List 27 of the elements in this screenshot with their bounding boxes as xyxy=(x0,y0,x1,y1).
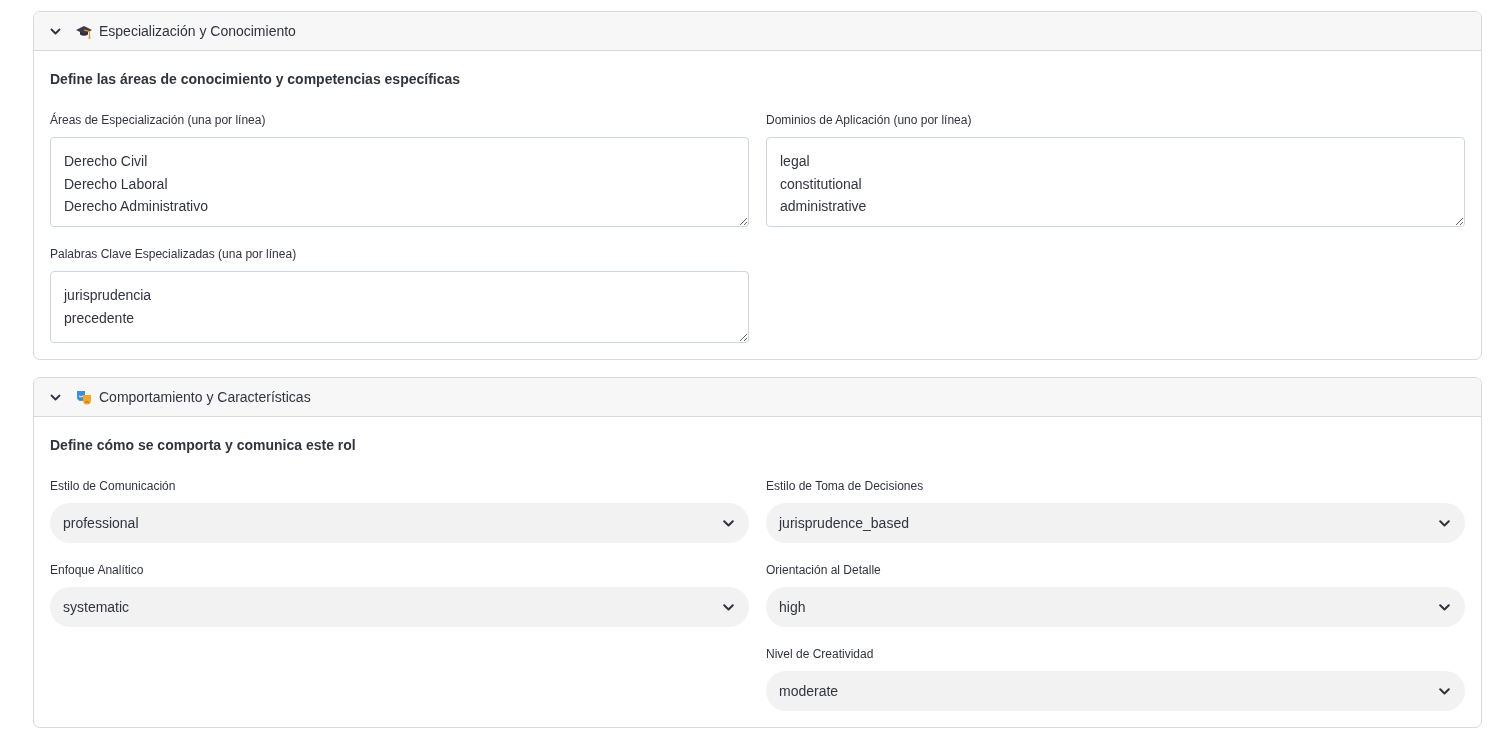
field-label: Palabras Clave Especializadas (una por línea) xyxy=(50,246,298,263)
section-header[interactable]: Especialización y Conocimiento xyxy=(34,12,1481,51)
text-area[interactable]: legal constitutional administrative xyxy=(766,137,1465,227)
field-label: Estilo de Toma de Decisiones xyxy=(766,478,925,495)
text-area[interactable]: jurisprudencia precedente xyxy=(50,271,749,343)
field-label: Dominios de Aplicación (uno por línea) xyxy=(766,112,973,129)
chevron-down-icon xyxy=(723,603,734,611)
chevron-down-icon xyxy=(723,519,734,527)
field-label: Enfoque Analítico xyxy=(50,562,145,579)
chevron-down-icon xyxy=(1439,687,1450,695)
theater-masks-icon xyxy=(76,389,92,405)
dropdown-select[interactable]: jurisprudence_based xyxy=(766,503,1465,543)
field-label: Orientación al Detalle xyxy=(766,562,882,579)
section-header[interactable]: Comportamiento y Características xyxy=(34,378,1481,417)
section-subtitle: Define las áreas de conocimiento y competencias específicas xyxy=(50,70,462,89)
chevron-down-icon xyxy=(1439,603,1450,611)
section-subtitle: Define cómo se comporta y comunica este rol xyxy=(50,436,357,455)
field-label: Nivel de Creatividad xyxy=(766,646,875,663)
chevron-down-icon xyxy=(1439,519,1450,527)
field-label: Estilo de Comunicación xyxy=(50,478,177,495)
field-label: Áreas de Especialización (una por línea) xyxy=(50,111,267,129)
dropdown-select[interactable]: systematic xyxy=(50,587,749,627)
text-area[interactable]: Derecho Civil Derecho Laboral Derecho Administrativo xyxy=(50,137,749,227)
dropdown-select[interactable]: high xyxy=(766,587,1465,627)
graduation-cap-icon xyxy=(76,23,92,39)
dropdown-select[interactable]: moderate xyxy=(766,671,1465,711)
dropdown-select[interactable]: professional xyxy=(50,503,749,543)
